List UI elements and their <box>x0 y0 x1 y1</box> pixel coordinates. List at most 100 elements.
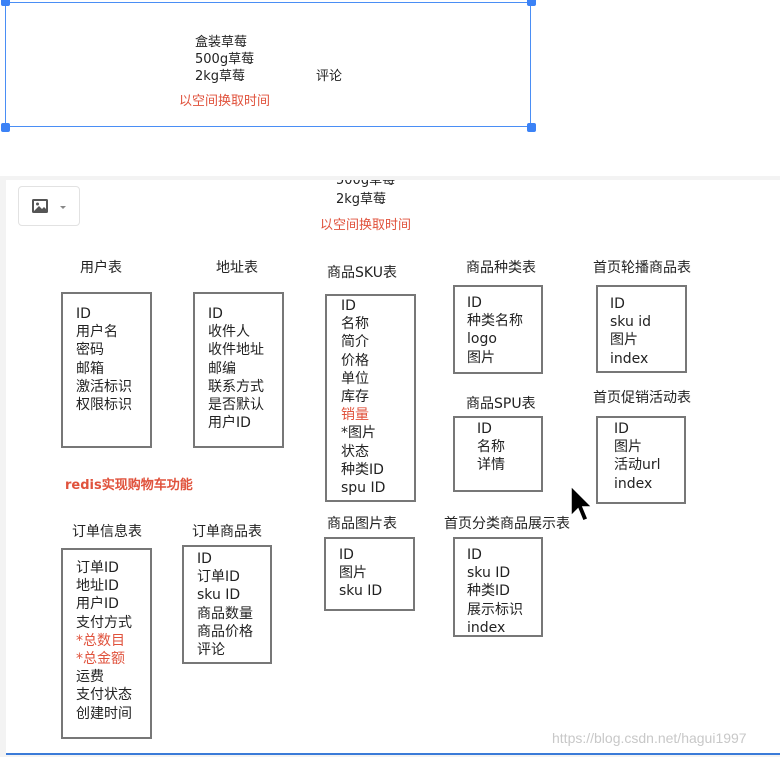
canvas-header-line-1: 500g草莓 <box>336 173 396 188</box>
mouse-cursor-icon <box>570 484 594 522</box>
category-table-title: 商品种类表 <box>466 260 536 276</box>
promotion-table-fields: ID 图片 活动url index <box>614 420 661 493</box>
field: 库存 <box>341 389 369 406</box>
field: 单位 <box>341 370 369 387</box>
field: ID <box>339 547 354 563</box>
banner-table-title: 首页轮播商品表 <box>593 260 691 276</box>
field: index <box>614 475 653 492</box>
field: 订单ID <box>76 560 119 576</box>
resize-handle-top-left[interactable] <box>1 0 10 6</box>
field: 商品数量 <box>197 605 253 622</box>
spu-table-title: 商品SPU表 <box>466 396 536 412</box>
field: 密码 <box>76 342 104 359</box>
preview-comment: 评论 <box>316 69 343 84</box>
field: 状态 <box>341 443 369 460</box>
caret-down-icon <box>60 206 66 209</box>
field: 收件地址 <box>208 342 264 359</box>
sku-table-fields: ID 名称 简介 价格 单位 库存 销量 *图片 状态 种类ID spu ID <box>341 297 385 497</box>
category-table-fields: ID 种类名称 logo 图片 <box>467 294 523 367</box>
field: ID <box>614 421 629 437</box>
field: sku id <box>610 314 652 331</box>
address-table-title: 地址表 <box>216 260 258 276</box>
field: 活动url <box>614 457 661 474</box>
field: 是否默认 <box>208 397 264 414</box>
order-goods-table-fields: ID 订单ID sku ID 商品数量 商品价格 评论 <box>197 550 253 659</box>
field: *图片 <box>341 425 376 442</box>
field: 订单ID <box>197 569 240 586</box>
canvas-header-note: 以空间换取时间 <box>320 218 412 233</box>
preview-line-1: 盒装草莓 <box>195 35 248 50</box>
field: 种类名称 <box>467 313 523 330</box>
field: 用户ID <box>208 415 251 432</box>
field: index <box>610 350 649 367</box>
field: 联系方式 <box>208 378 264 395</box>
field: 创建时间 <box>76 705 132 722</box>
field: ID <box>467 547 482 563</box>
field-highlighted: *总数目 <box>76 632 125 649</box>
index-category-table-fields: ID sku ID 种类ID 展示标识 index <box>467 546 523 637</box>
field: 地址ID <box>76 578 119 595</box>
field: 用户名 <box>76 324 118 341</box>
promotion-table-title: 首页促销活动表 <box>593 390 691 406</box>
field: ID <box>341 298 356 314</box>
field: sku ID <box>467 565 511 582</box>
redis-note: redis实现购物车功能 <box>65 478 193 493</box>
goods-image-table-fields: ID 图片 sku ID <box>339 546 382 601</box>
field: 图片 <box>339 565 367 582</box>
preview-line-2: 500g草莓 <box>195 52 255 67</box>
field-highlighted: *总金额 <box>76 651 125 668</box>
field: 详情 <box>477 457 505 474</box>
field: 图片 <box>614 439 642 456</box>
field: 权限标识 <box>76 397 132 414</box>
field: 图片 <box>467 349 495 366</box>
field: ID <box>208 306 223 322</box>
field: 评论 <box>197 642 225 659</box>
field: index <box>467 619 506 636</box>
field: 用户ID <box>76 596 119 613</box>
field: 价格 <box>341 352 369 369</box>
field: logo <box>467 331 497 348</box>
spu-table-fields: ID 名称 详情 <box>477 420 505 475</box>
resize-handle-bottom-left[interactable] <box>1 123 10 132</box>
banner-table-fields: ID sku id 图片 index <box>610 295 651 368</box>
field: 名称 <box>477 439 505 456</box>
user-table-fields: ID 用户名 密码 邮箱 激活标识 权限标识 <box>76 305 132 414</box>
field: 激活标识 <box>76 378 132 395</box>
index-category-table-title: 首页分类商品展示表 <box>444 516 570 532</box>
field: ID <box>610 296 625 312</box>
field: sku ID <box>197 587 241 604</box>
order-info-table-title: 订单信息表 <box>72 524 142 540</box>
image-icon <box>32 199 66 213</box>
field: 商品价格 <box>197 623 253 640</box>
field: 名称 <box>341 316 369 333</box>
goods-image-table-title: 商品图片表 <box>327 516 397 532</box>
field: ID <box>197 551 212 567</box>
field: 支付方式 <box>76 614 132 631</box>
field: ID <box>76 306 91 322</box>
field-highlighted: 销量 <box>341 407 369 424</box>
field: sku ID <box>339 583 383 600</box>
field: 收件人 <box>208 324 250 341</box>
canvas-header-line-2: 2kg草莓 <box>336 192 387 207</box>
resize-handle-bottom-right[interactable] <box>527 123 536 132</box>
field: 支付状态 <box>76 687 132 704</box>
resize-handle-top-right[interactable] <box>527 0 536 6</box>
field: 种类ID <box>341 461 384 478</box>
field: 展示标识 <box>467 601 523 618</box>
order-goods-table-title: 订单商品表 <box>192 524 262 540</box>
image-tool-button[interactable] <box>18 186 80 226</box>
watermark: https://blog.csdn.net/hagui1997 <box>552 730 747 746</box>
field: 图片 <box>610 332 638 349</box>
field: ID <box>477 421 492 437</box>
preview-note: 以空间换取时间 <box>179 94 271 109</box>
field: 种类ID <box>467 583 510 600</box>
field: 运费 <box>76 669 104 686</box>
field: spu ID <box>341 480 386 497</box>
preview-line-3: 2kg草莓 <box>195 69 246 84</box>
field: 简介 <box>341 334 369 351</box>
field: 邮箱 <box>76 360 104 377</box>
sku-table-title: 商品SKU表 <box>327 265 397 281</box>
field: ID <box>467 295 482 311</box>
field: 邮编 <box>208 360 236 377</box>
user-table-title: 用户表 <box>80 260 122 276</box>
